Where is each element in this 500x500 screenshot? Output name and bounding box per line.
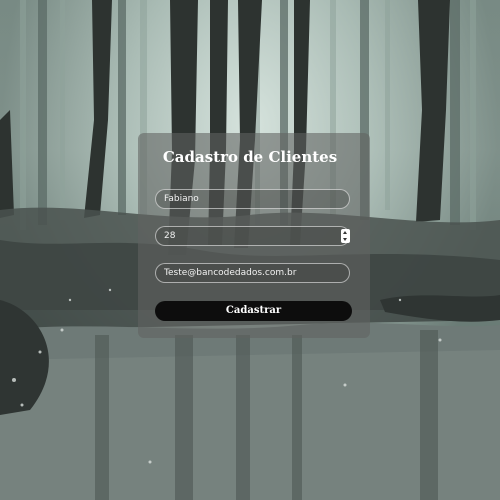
age-input[interactable] bbox=[155, 226, 350, 246]
form-title: Cadastro de Clientes bbox=[162, 148, 338, 166]
number-stepper-icon[interactable] bbox=[341, 229, 350, 243]
email-input[interactable] bbox=[155, 263, 350, 283]
name-input[interactable] bbox=[155, 189, 350, 209]
submit-button[interactable]: Cadastrar bbox=[155, 301, 352, 321]
